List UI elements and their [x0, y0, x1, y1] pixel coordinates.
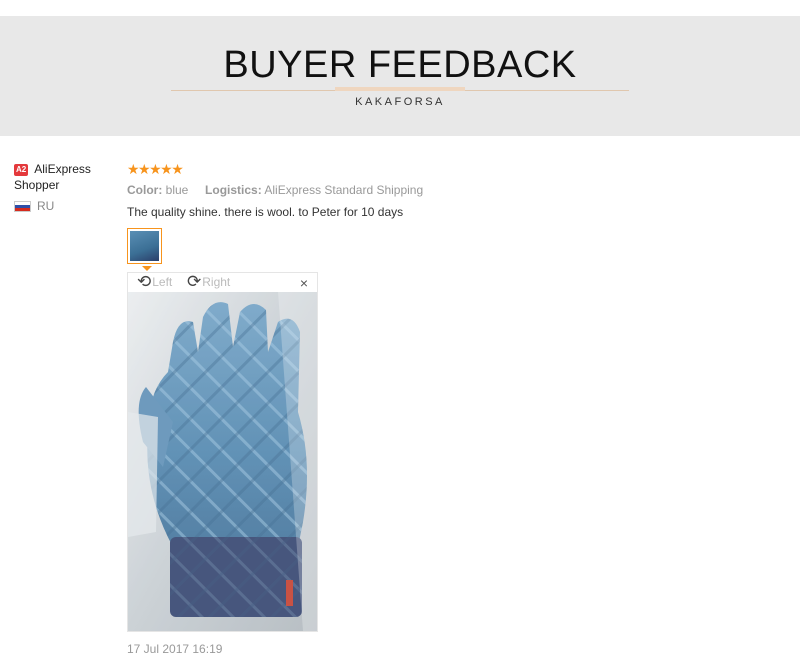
color-label: Color:: [127, 183, 163, 197]
buyer-level-badge: A2: [14, 164, 29, 176]
photo-viewer-toolbar: ⟲ Left ⟳ Right ×: [128, 273, 317, 292]
rotate-right-button[interactable]: ⟳ Right: [187, 272, 231, 291]
rotate-left-button[interactable]: ⟲ Left: [137, 272, 173, 291]
photo-viewer: ⟲ Left ⟳ Right ×: [127, 272, 318, 632]
review-photo: [128, 292, 317, 631]
review-meta: Color: blue Logistics: AliExpress Standa…: [127, 182, 787, 198]
banner-title: BUYER FEEDBACK: [223, 44, 577, 86]
rotate-left-icon: ⟲: [137, 272, 152, 291]
feedback-banner: BUYER FEEDBACK KAKAFORSA: [0, 16, 800, 136]
banner-subtitle: KAKAFORSA: [355, 96, 445, 108]
banner-divider-accent: [335, 87, 465, 91]
star-rating: ★★★★★: [127, 161, 184, 177]
thumbnail-image: [130, 231, 159, 261]
rotate-right-icon: ⟳: [187, 272, 202, 291]
russia-flag-icon: [14, 200, 31, 212]
reviewer-country: RU: [14, 199, 119, 213]
rotate-left-label: Left: [152, 275, 173, 289]
close-icon[interactable]: ×: [300, 276, 308, 290]
color-value: blue: [165, 183, 189, 197]
review-photo-thumbnail[interactable]: [127, 228, 162, 264]
gloves-photo: [128, 292, 317, 631]
review-text: The quality shine. there is wool. to Pet…: [127, 205, 404, 219]
reviewer-name-row: A2 AliExpress Shopper: [14, 161, 119, 193]
reviewer-info: A2 AliExpress Shopper RU: [14, 161, 119, 213]
logistics-label: Logistics:: [205, 183, 262, 197]
rotate-right-label: Right: [202, 275, 231, 289]
country-code: RU: [37, 199, 55, 213]
review-date: 17 Jul 2017 16:19: [127, 642, 223, 656]
thumbnail-selected-caret: [142, 266, 152, 271]
logistics-value: AliExpress Standard Shipping: [264, 183, 424, 197]
review-content: ★★★★★ Color: blue Logistics: AliExpress …: [127, 160, 787, 220]
